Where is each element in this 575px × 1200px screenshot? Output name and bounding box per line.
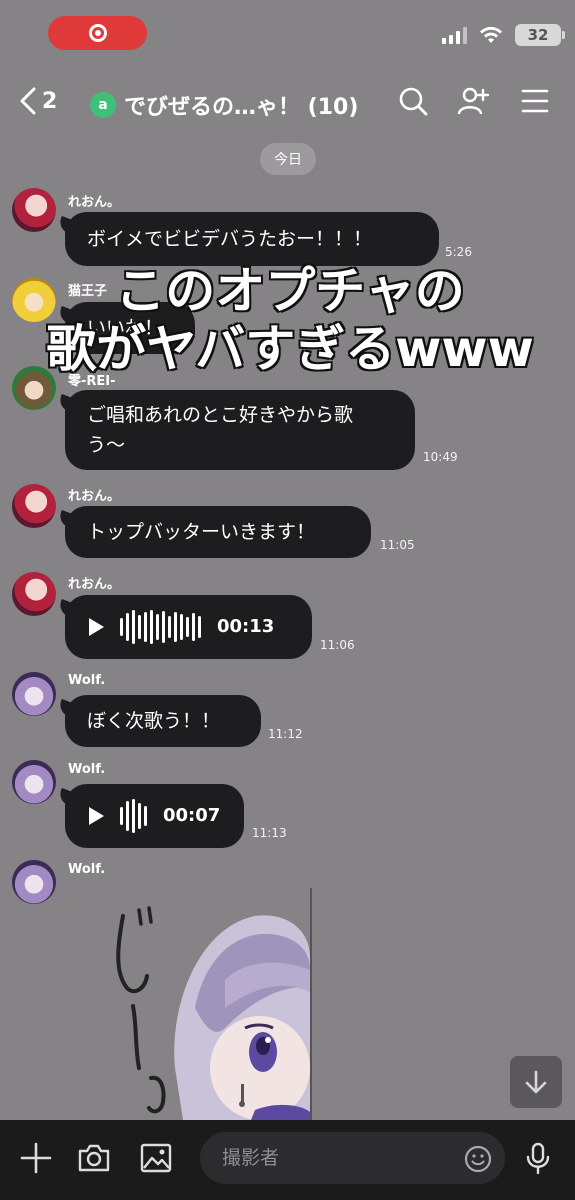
message-input[interactable] bbox=[200, 1132, 505, 1184]
battery-indicator: 32 bbox=[515, 24, 565, 46]
message-bubble[interactable]: トップバッターいきます！ bbox=[65, 506, 371, 558]
plus-icon bbox=[20, 1142, 52, 1174]
sender-name: れおん。 bbox=[68, 195, 121, 210]
message-bubble[interactable]: ぼく次歌う！！ bbox=[65, 695, 261, 747]
camera-icon bbox=[78, 1144, 110, 1172]
voice-duration: 00:13 bbox=[217, 616, 275, 637]
image-button[interactable] bbox=[138, 1140, 174, 1176]
waveform-icon bbox=[120, 799, 147, 833]
caption-line: 歌がヤバすぎるwww bbox=[45, 319, 536, 380]
message-time: 5:26 bbox=[445, 245, 472, 259]
emoji-button[interactable] bbox=[463, 1144, 493, 1174]
caption-line: このオプチャの bbox=[114, 261, 467, 322]
image-icon bbox=[140, 1143, 172, 1173]
message-time: 10:49 bbox=[423, 450, 458, 464]
message-text-line: ご唱和あれのとこ好きやから歌 bbox=[87, 404, 354, 426]
voice-message-bubble[interactable]: 00:07 bbox=[65, 784, 244, 848]
message-bubble[interactable]: ご唱和あれのとこ好きやから歌 う〜 bbox=[65, 390, 415, 470]
scroll-to-bottom-button[interactable] bbox=[510, 1056, 562, 1108]
search-button[interactable] bbox=[396, 84, 430, 118]
record-icon bbox=[88, 24, 107, 42]
message-input-bar bbox=[0, 1120, 575, 1200]
avatar[interactable] bbox=[12, 188, 56, 232]
message-bubble[interactable]: ボイメでビビデバうたおー！！！ bbox=[65, 212, 439, 266]
avatar[interactable] bbox=[12, 672, 56, 716]
avatar[interactable] bbox=[12, 572, 56, 616]
message-text: ぼく次歌う！！ bbox=[87, 710, 221, 732]
sender-name: Wolf. bbox=[68, 762, 106, 777]
sender-name: Wolf. bbox=[68, 673, 106, 688]
search-icon bbox=[399, 87, 428, 116]
video-caption-overlay: このオプチャの 歌がヤバすぎるwww bbox=[20, 261, 560, 380]
avatar[interactable] bbox=[12, 760, 56, 804]
message-time: 11:13 bbox=[252, 826, 287, 840]
wifi-icon bbox=[480, 26, 502, 43]
sender-name: れおん。 bbox=[68, 577, 121, 592]
message-time: 11:06 bbox=[320, 638, 355, 652]
back-chevron-icon bbox=[20, 87, 36, 115]
emoji-icon bbox=[464, 1145, 492, 1173]
avatar[interactable] bbox=[12, 860, 56, 904]
add-friend-icon bbox=[457, 87, 490, 115]
chat-header: 2 a でびぜるの…ゃ！ (10) bbox=[0, 78, 575, 128]
chat-title-area[interactable]: a でびぜるの…ゃ！ (10) bbox=[90, 89, 358, 121]
microphone-icon bbox=[526, 1142, 550, 1175]
status-icons: 32 bbox=[442, 24, 565, 46]
menu-button[interactable] bbox=[518, 84, 552, 118]
arrow-down-icon bbox=[525, 1070, 547, 1094]
screen-recording-indicator[interactable] bbox=[48, 16, 147, 50]
play-icon[interactable] bbox=[89, 807, 104, 825]
voice-duration: 00:07 bbox=[163, 805, 221, 826]
date-separator: 今日 bbox=[260, 143, 316, 175]
openchat-badge-icon: a bbox=[90, 92, 116, 118]
message-text: トップバッターいきます！ bbox=[87, 521, 316, 543]
sticker-image[interactable] bbox=[105, 888, 320, 1120]
plus-button[interactable] bbox=[18, 1140, 54, 1176]
message-text-line: う〜 bbox=[87, 434, 126, 456]
voice-input-button[interactable] bbox=[520, 1140, 556, 1176]
avatar[interactable] bbox=[12, 484, 56, 528]
message-time: 11:05 bbox=[380, 538, 415, 552]
sender-name: れおん。 bbox=[68, 489, 121, 504]
camera-button[interactable] bbox=[76, 1140, 112, 1176]
play-icon[interactable] bbox=[89, 618, 104, 636]
message-time: 11:12 bbox=[268, 727, 303, 741]
waveform-icon bbox=[120, 610, 201, 644]
menu-icon bbox=[521, 89, 549, 113]
message-text: ボイメでビビデバうたおー！！！ bbox=[87, 228, 373, 250]
cellular-signal-icon bbox=[442, 26, 467, 44]
back-button[interactable]: 2 bbox=[18, 86, 57, 116]
unread-count: 2 bbox=[42, 88, 58, 114]
sender-name: Wolf. bbox=[68, 862, 106, 877]
add-friend-button[interactable] bbox=[456, 84, 490, 118]
chat-title: でびぜるの…ゃ！ (10) bbox=[124, 95, 359, 120]
voice-message-bubble[interactable]: 00:13 bbox=[65, 595, 312, 659]
